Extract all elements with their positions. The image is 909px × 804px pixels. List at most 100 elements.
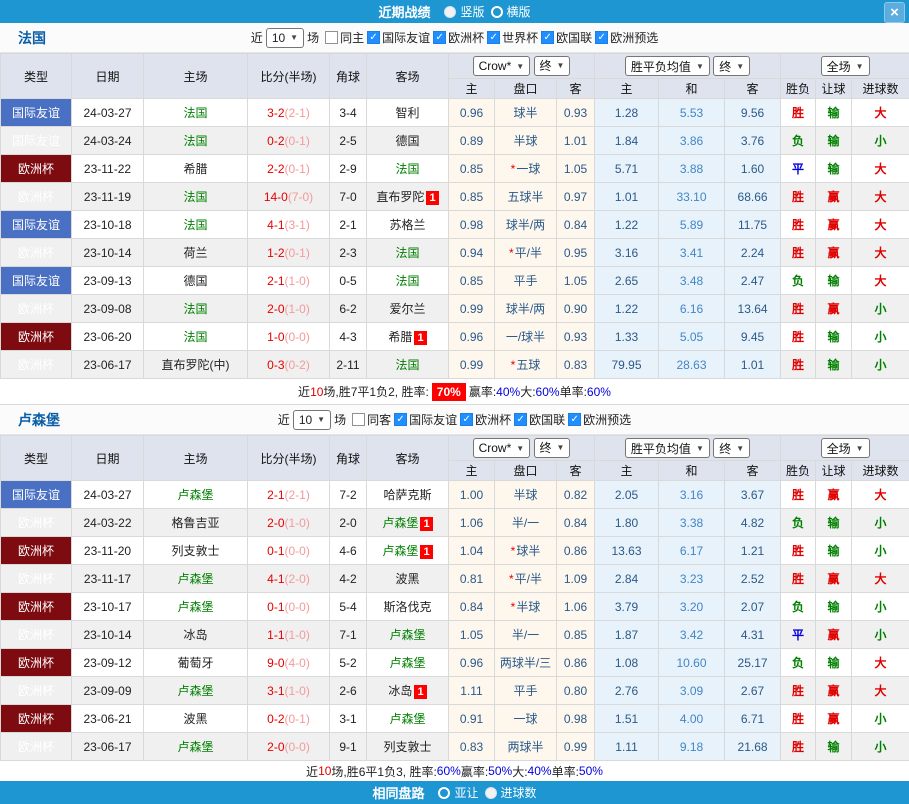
checkbox-label: 世界杯 (502, 29, 538, 46)
result-wdl: 胜 (781, 239, 816, 267)
away-team-name: 智利 (395, 106, 419, 120)
match-type: 欧洲杯 (1, 705, 72, 733)
chevron-down-icon: ▼ (856, 62, 864, 71)
draw-odds: 5.53 (659, 99, 725, 127)
handicap-home-odds: 0.83 (449, 733, 495, 761)
match-date: 23-06-20 (72, 323, 144, 351)
radio-option[interactable]: 竖版 (444, 3, 484, 20)
filter-checkbox[interactable]: ✓欧洲预选 (595, 29, 658, 46)
summary-segment: 单率: (552, 763, 579, 780)
score-full: 14-0 (264, 190, 288, 204)
home-team-name: 希腊 (183, 162, 207, 176)
score-full: 0-1 (267, 544, 284, 558)
result-goals: 大 (852, 481, 909, 509)
radio-icon[interactable] (438, 787, 450, 799)
checkbox-icon[interactable]: ✓ (514, 413, 527, 426)
radio-icon[interactable] (491, 6, 503, 18)
radio-icon[interactable] (444, 6, 456, 18)
radio-option[interactable]: 横版 (491, 3, 531, 20)
score-full: 2-0 (267, 516, 284, 530)
home-team-name: 法国 (183, 302, 207, 316)
result-wdl: 平 (781, 621, 816, 649)
draw-odds: 28.63 (659, 351, 725, 379)
match-date: 23-10-14 (72, 621, 144, 649)
result-handicap: 输 (816, 509, 852, 537)
result-goals: 小 (852, 733, 909, 761)
home-team-name: 卢森堡 (177, 572, 213, 586)
handicap-line: 球半/两 (495, 211, 557, 239)
filter-checkbox[interactable]: ✓欧国联 (541, 29, 592, 46)
odds-avg-select[interactable]: 胜平负均值▼ (625, 438, 710, 458)
filter-checkbox[interactable]: ✓世界杯 (487, 29, 538, 46)
odds-stage-select[interactable]: 终▼ (713, 56, 750, 76)
match-date: 23-11-17 (72, 565, 144, 593)
score: 9-0(4-0) (248, 649, 330, 677)
radio-option[interactable]: 亚让 (438, 784, 478, 801)
home-team: 法国 (144, 323, 248, 351)
bookmaker-select[interactable]: Crow*▼ (473, 56, 531, 76)
result-goals: 小 (852, 509, 909, 537)
odds-avg-select[interactable]: 胜平负均值▼ (625, 56, 710, 76)
handicap-stage-select[interactable]: 终▼ (534, 56, 571, 76)
summary-segment: 40% (496, 385, 520, 399)
home-team-name: 卢森堡 (177, 600, 213, 614)
handicap-away-odds: 0.85 (557, 621, 595, 649)
match-type: 欧洲杯 (1, 733, 72, 761)
checkbox-label: 欧洲预选 (583, 411, 631, 428)
checkbox-icon[interactable]: ✓ (394, 413, 407, 426)
games-label: 场 (334, 411, 346, 428)
filter-checkbox[interactable]: ✓欧洲杯 (433, 29, 484, 46)
col-let: 让球 (816, 461, 852, 481)
checkbox-icon[interactable]: ✓ (460, 413, 473, 426)
checkbox-icon[interactable] (325, 31, 338, 44)
section-header-france: 法国 近 10▼ 场 同主✓国际友谊✓欧洲杯✓世界杯✓欧国联✓欧洲预选 (0, 23, 909, 53)
match-count-select[interactable]: 10▼ (266, 28, 304, 48)
score: 14-0(7-0) (248, 183, 330, 211)
filter-checkbox[interactable]: 同客 (352, 411, 391, 428)
col-type: 类型 (1, 54, 72, 99)
draw-odds: 3.41 (659, 239, 725, 267)
filter-checkbox[interactable]: ✓欧国联 (514, 411, 565, 428)
match-count-select[interactable]: 10▼ (293, 410, 331, 430)
checkbox-icon[interactable]: ✓ (541, 31, 554, 44)
result-goals: 大 (852, 155, 909, 183)
table-row: 欧洲杯 23-10-17 卢森堡 0-1(0-0) 5-4 斯洛伐克 0.84 … (1, 593, 909, 621)
home-team: 卢森堡 (144, 481, 248, 509)
checkbox-icon[interactable] (352, 413, 365, 426)
draw-odds: 3.88 (659, 155, 725, 183)
radio-option[interactable]: 进球数 (485, 784, 537, 801)
filter-checkbox[interactable]: ✓欧洲预选 (568, 411, 631, 428)
filter-checkbox[interactable]: ✓国际友谊 (367, 29, 430, 46)
checkbox-icon[interactable]: ✓ (433, 31, 446, 44)
score-full: 3-2 (267, 106, 284, 120)
result-goals: 大 (852, 649, 909, 677)
radio-icon[interactable] (485, 787, 497, 799)
corner-score: 4-6 (330, 537, 367, 565)
checkbox-icon[interactable]: ✓ (487, 31, 500, 44)
home-team-name: 冰岛 (183, 628, 207, 642)
checkbox-icon[interactable]: ✓ (367, 31, 380, 44)
checkbox-icon[interactable]: ✓ (568, 413, 581, 426)
corner-score: 2-11 (330, 351, 367, 379)
result-goals: 小 (852, 323, 909, 351)
away-team: 波黑 (367, 565, 449, 593)
table-row: 欧洲杯 23-06-21 波黑 0-2(0-1) 3-1 卢森堡 0.91 一球… (1, 705, 909, 733)
handicap-home-odds: 0.89 (449, 127, 495, 155)
filter-checkbox[interactable]: ✓国际友谊 (394, 411, 457, 428)
bookmaker-select[interactable]: Crow*▼ (473, 438, 531, 458)
summary-segment: 场,胜7平1负2, 胜率: (323, 383, 428, 400)
chevron-down-icon: ▼ (516, 62, 524, 71)
lose-odds: 3.76 (725, 127, 781, 155)
result-wdl: 胜 (781, 99, 816, 127)
checkbox-icon[interactable]: ✓ (595, 31, 608, 44)
score-half: (1-0) (285, 516, 310, 530)
handicap-home-odds: 0.98 (449, 211, 495, 239)
scope-select[interactable]: 全场▼ (821, 438, 870, 458)
scope-select[interactable]: 全场▼ (821, 56, 870, 76)
odds-stage-select[interactable]: 终▼ (713, 438, 750, 458)
filter-checkbox[interactable]: 同主 (325, 29, 364, 46)
score: 1-0(0-0) (248, 323, 330, 351)
close-button[interactable]: × (884, 2, 905, 23)
filter-checkbox[interactable]: ✓欧洲杯 (460, 411, 511, 428)
handicap-stage-select[interactable]: 终▼ (534, 438, 571, 458)
